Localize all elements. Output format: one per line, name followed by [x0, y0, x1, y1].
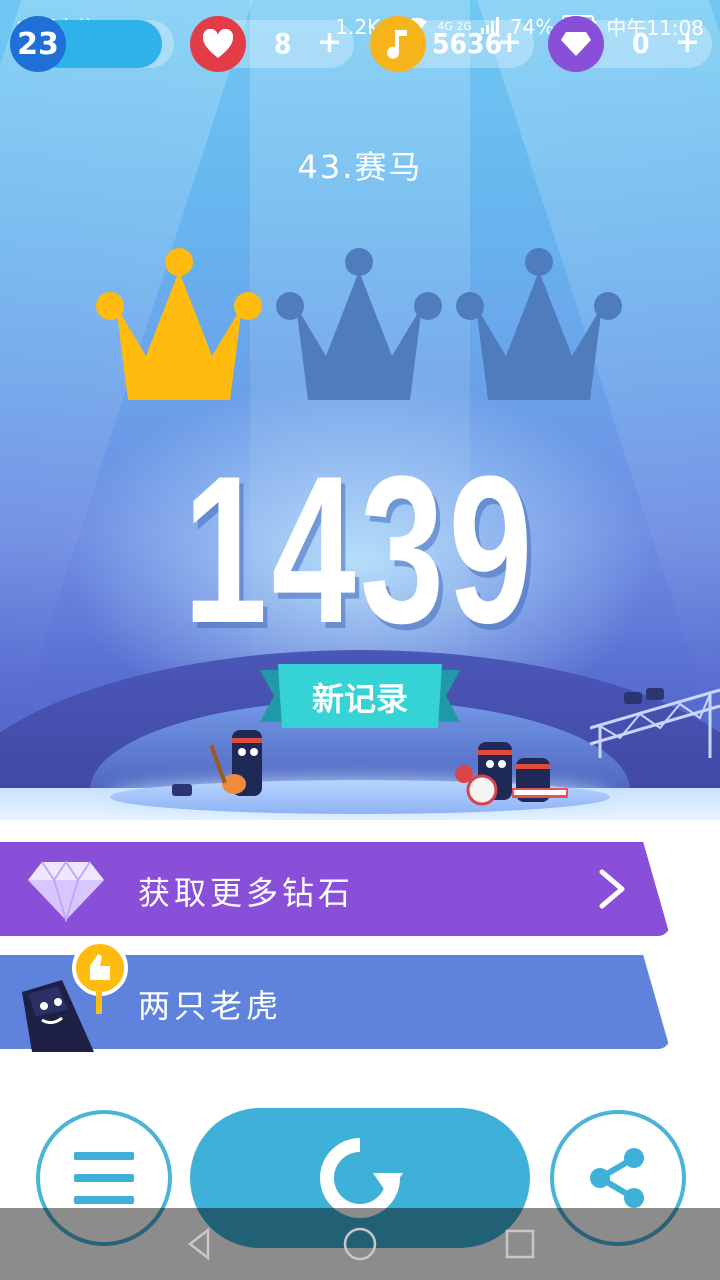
- song-title: 43.赛马: [297, 148, 423, 186]
- diamonds-pill[interactable]: 0 +: [548, 16, 712, 72]
- diamond-gem-icon: [28, 860, 104, 922]
- heart-icon: [190, 16, 246, 72]
- spotlight-icon: [624, 688, 664, 704]
- spotlight-icon: [172, 784, 192, 796]
- add-lives-button[interactable]: +: [317, 25, 342, 60]
- navigation-bar: [0, 1208, 720, 1280]
- crown-icon-empty: [456, 248, 622, 400]
- lives-pill[interactable]: 8 +: [190, 16, 354, 72]
- get-diamonds-banner[interactable]: 获取更多钻石: [0, 842, 670, 936]
- guitarist-character-icon: [210, 730, 262, 796]
- drummer-band-icon: [455, 742, 568, 806]
- recents-icon[interactable]: [502, 1226, 538, 1262]
- chevron-right-icon: [599, 869, 625, 909]
- back-icon[interactable]: [182, 1226, 218, 1262]
- new-record-ribbon: 新记录: [260, 664, 460, 728]
- level-value: 23: [17, 26, 59, 62]
- home-icon[interactable]: [342, 1226, 378, 1262]
- lives-value: 8: [274, 27, 292, 60]
- character-thumbs-up-icon: [22, 940, 128, 1052]
- level-pill[interactable]: 23: [10, 16, 174, 72]
- crown-rating: [96, 246, 626, 406]
- diamonds-value: 0: [632, 27, 650, 60]
- notes-value: 5636: [432, 27, 503, 60]
- crown-icon-empty: [276, 248, 442, 400]
- new-record-label: 新记录: [311, 680, 408, 718]
- get-diamonds-label: 获取更多钻石: [138, 874, 355, 912]
- level-badge: 23: [10, 16, 66, 72]
- notes-pill[interactable]: 5636 +: [370, 16, 534, 72]
- crown-icon-earned: [96, 248, 262, 400]
- score-value: 1439: [183, 432, 537, 667]
- add-diamonds-button[interactable]: +: [675, 25, 700, 60]
- share-icon: [590, 1148, 644, 1208]
- add-notes-button[interactable]: +: [497, 25, 522, 60]
- next-song-label: 两只老虎: [138, 987, 283, 1025]
- menu-icon: [74, 1152, 134, 1204]
- diamond-icon: [548, 16, 604, 72]
- music-note-icon: [370, 16, 426, 72]
